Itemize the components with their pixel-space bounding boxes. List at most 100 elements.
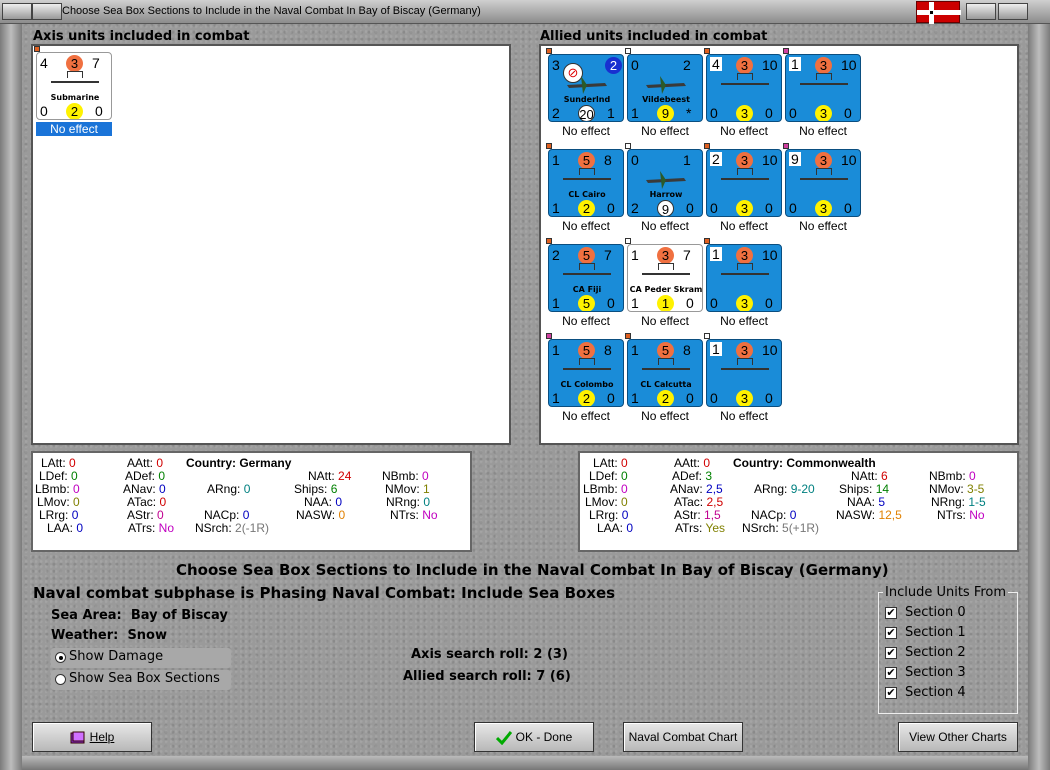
unit-counter[interactable]: 0 2 Vildebeest 1 9 * No effect: [625, 48, 703, 140]
range-value: 7: [683, 247, 691, 263]
radio-icon[interactable]: [55, 652, 66, 663]
unit-card[interactable]: 4 3 10 0 3 0: [706, 54, 782, 122]
axis-stats-panel: LAtt: 0 LDef: 0 LBmb: 0 LMov: 0 LRrg: 0 …: [31, 451, 472, 552]
unit-card[interactable]: 1 5 8 CL Calcutta 1 2 0: [627, 339, 703, 407]
unit-counter[interactable]: 4 3 10 0 3 0 No effect: [704, 48, 782, 140]
movement-value: 9: [657, 105, 674, 121]
include-section-3[interactable]: ✔ Section 3: [885, 665, 1005, 683]
allied-units-grid: 3 ⊘ 2 Sunderlnd 2 20 1 No effect 0 2 Vildebeest 1 9 *…: [541, 46, 1017, 443]
unit-card[interactable]: 2 5 7 CA Fiji 1 5 0: [548, 244, 624, 312]
unit-counter[interactable]: 1 3 7 CA Peder Skram 1 1 0 No effect: [625, 238, 703, 330]
unit-effect: No effect: [720, 219, 768, 233]
section-label: Section 1: [905, 625, 966, 640]
axis-units-panel: 4 3 7 Submarine 0 2 0 No effect: [31, 44, 511, 445]
include-section-2[interactable]: ✔ Section 2: [885, 645, 1005, 663]
include-section-1[interactable]: ✔ Section 1: [885, 625, 1005, 643]
unit-card[interactable]: 0 2 Vildebeest 1 9 *: [627, 54, 703, 122]
unit-counter[interactable]: 3 ⊘ 2 Sunderlnd 2 20 1 No effect: [546, 48, 624, 140]
attack-value: 0: [631, 152, 639, 168]
movement-value: 3: [736, 105, 753, 121]
defense-value: 2: [552, 105, 560, 121]
stat-nasw: NASW: 12,5: [836, 508, 902, 522]
naval-combat-chart-button[interactable]: Naval Combat Chart: [623, 722, 743, 752]
unit-counter[interactable]: 9 3 10 0 3 0 No effect: [783, 143, 861, 235]
extra-value: 1: [607, 105, 615, 121]
stat-nrng: NRng: 0: [386, 495, 431, 509]
checkmark-icon: [495, 730, 512, 745]
unit-card[interactable]: 1 3 10 0 3 0: [706, 339, 782, 407]
unit-counter[interactable]: 1 5 8 CL Cairo 1 2 0 No effect: [546, 143, 624, 235]
strength-value: 3: [815, 152, 832, 169]
ship-icon: [642, 358, 690, 370]
unit-effect: No effect: [562, 409, 610, 423]
germany-flag-icon: [916, 1, 961, 24]
unit-counter[interactable]: 2 3 10 0 3 0 No effect: [704, 143, 782, 235]
range-value: 10: [841, 152, 857, 168]
stat-nmov: NMov: 3-5: [929, 482, 985, 496]
show-sections-option[interactable]: Show Sea Box Sections: [51, 670, 231, 690]
unit-counter[interactable]: 1 5 8 CL Calcutta 1 2 0 No effect: [625, 333, 703, 425]
system-menu-button[interactable]: [2, 3, 32, 20]
unit-counter[interactable]: 4 3 7 Submarine 0 2 0 No effect: [34, 46, 112, 138]
defense-value: 1: [631, 390, 639, 406]
stat-adef: ADef: 0: [125, 469, 166, 483]
checkbox[interactable]: ✔: [885, 687, 897, 699]
extra-value: 0: [765, 390, 773, 406]
unit-counter[interactable]: 1 3 10 0 3 0 No effect: [704, 238, 782, 330]
title-bar: Choose Sea Box Sections to Include in th…: [0, 0, 1050, 24]
stat-natt: NAtt: 24: [308, 469, 352, 483]
movement-value: 3: [815, 200, 832, 216]
checkbox[interactable]: ✔: [885, 607, 897, 619]
unit-effect: No effect: [720, 409, 768, 423]
unit-card[interactable]: 1 3 10 0 3 0: [706, 244, 782, 312]
main-heading: Choose Sea Box Sections to Include in th…: [176, 561, 889, 579]
unit-card[interactable]: 3 ⊘ 2 Sunderlnd 2 20 1: [548, 54, 624, 122]
unit-name: CA Peder Skram: [629, 285, 703, 294]
view-other-charts-button[interactable]: View Other Charts: [898, 722, 1018, 752]
checkbox[interactable]: ✔: [885, 647, 897, 659]
ship-icon: [800, 168, 848, 180]
close-button[interactable]: [998, 3, 1028, 20]
unit-counter[interactable]: 1 3 10 0 3 0 No effect: [704, 333, 782, 425]
unit-counter[interactable]: 1 5 8 CL Colombo 1 2 0 No effect: [546, 333, 624, 425]
unit-card[interactable]: 1 5 8 CL Colombo 1 2 0: [548, 339, 624, 407]
unit-counter[interactable]: 0 1 Harrow 2 9 0 No effect: [625, 143, 703, 235]
unit-card[interactable]: 9 3 10 0 3 0: [785, 149, 861, 217]
unit-card[interactable]: 4 3 7 Submarine 0 2 0: [36, 52, 112, 120]
extra-value: 0: [686, 390, 694, 406]
checkbox[interactable]: ✔: [885, 667, 897, 679]
ship-icon: [800, 73, 848, 85]
unit-card[interactable]: 1 5 8 CL Cairo 1 2 0: [548, 149, 624, 217]
unit-effect: No effect: [562, 219, 610, 233]
unit-card[interactable]: 2 3 10 0 3 0: [706, 149, 782, 217]
attack-value: 1: [552, 152, 560, 168]
unit-card[interactable]: 0 1 Harrow 2 9 0: [627, 149, 703, 217]
range-value: 2: [605, 57, 622, 74]
unit-counter[interactable]: 2 5 7 CA Fiji 1 5 0 No effect: [546, 238, 624, 330]
radio-icon[interactable]: [55, 674, 66, 685]
defense-value: 1: [631, 105, 639, 121]
unit-name: CL Calcutta: [640, 380, 692, 389]
stat-atrs: ATrs: No: [128, 521, 175, 535]
unit-name: Harrow: [649, 190, 683, 199]
range-value: 2: [683, 57, 691, 73]
ok-done-button[interactable]: OK - Done: [474, 722, 594, 752]
allied-search-roll: Allied search roll: 7 (6): [403, 669, 571, 684]
help-button[interactable]: Help: [32, 722, 152, 752]
checkbox[interactable]: ✔: [885, 627, 897, 639]
stat-nbmb: NBmb: 0: [382, 469, 429, 483]
include-section-4[interactable]: ✔ Section 4: [885, 685, 1005, 703]
range-value: 8: [604, 342, 612, 358]
allied-stats-panel: LAtt: 0 LDef: 0 LBmb: 0 LMov: 0 LRrg: 0 …: [578, 451, 1019, 552]
axis-units-grid: 4 3 7 Submarine 0 2 0 No effect: [33, 46, 509, 443]
unit-card[interactable]: 1 3 7 CA Peder Skram 1 1 0: [627, 244, 703, 312]
stat-ldef: LDef: 0: [589, 469, 628, 483]
include-section-0[interactable]: ✔ Section 0: [885, 605, 1005, 623]
stat-aatt: AAtt: 0: [674, 456, 711, 470]
maximize-button[interactable]: [966, 3, 996, 20]
unit-effect: No effect: [641, 219, 689, 233]
unit-card[interactable]: 1 3 10 0 3 0: [785, 54, 861, 122]
unit-counter[interactable]: 1 3 10 0 3 0 No effect: [783, 48, 861, 140]
minimize-button[interactable]: [32, 3, 62, 20]
show-damage-option[interactable]: Show Damage: [51, 648, 231, 668]
